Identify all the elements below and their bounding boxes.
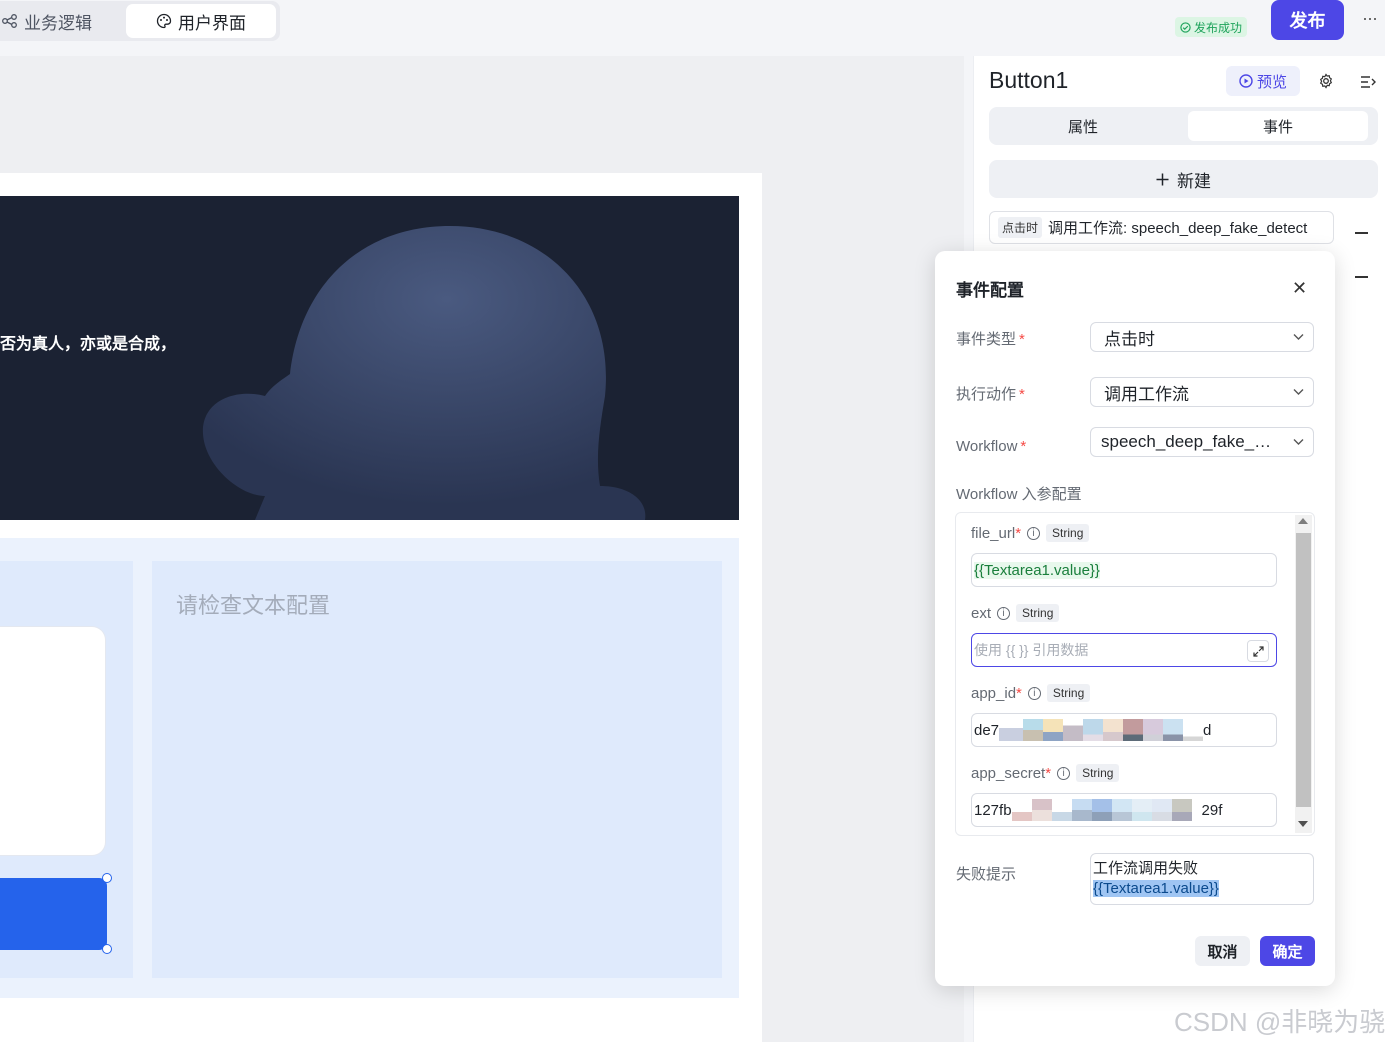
play-circle-icon: [1239, 74, 1253, 88]
event-description: 调用工作流: speech_deep_fake_detect: [1048, 220, 1308, 237]
publish-status-badge: 发布成功: [1175, 17, 1248, 37]
gear-icon[interactable]: [1318, 73, 1334, 89]
input-card[interactable]: [0, 626, 106, 856]
tab-properties[interactable]: 属性: [993, 111, 1173, 141]
scroll-up-arrow-icon[interactable]: [1298, 518, 1308, 524]
hero-text: 否为真人，亦或是合成，: [0, 336, 177, 353]
fail-message-input[interactable]: 工作流调用失败 {{Textarea1.value}}: [1090, 853, 1314, 905]
type-tag: String: [1016, 604, 1060, 622]
workflow-select[interactable]: speech_deep_fake_…: [1090, 427, 1314, 457]
file-url-value: {{Textarea1.value}}: [974, 561, 1100, 579]
workflow-label: Workflow *: [956, 438, 1027, 455]
type-tag: String: [1076, 764, 1120, 782]
tab-label: 业务逻辑: [24, 13, 92, 33]
cancel-button[interactable]: 取消: [1195, 936, 1250, 966]
plus-icon: [1156, 173, 1169, 185]
panel-tabs: 属性 事件: [989, 107, 1378, 145]
workflow-params-label: Workflow 入参配置: [956, 486, 1082, 503]
info-icon[interactable]: i: [1027, 526, 1041, 540]
info-icon[interactable]: i: [1057, 766, 1071, 780]
param-label-app-secret: app_secret* i String: [971, 764, 1120, 782]
status-text: 发布成功: [1194, 20, 1243, 35]
event-type-label: 事件类型 *: [956, 331, 1025, 348]
tab-user-interface[interactable]: 用户界面: [126, 4, 276, 38]
action-label: 执行动作 *: [956, 386, 1025, 403]
remove-event-icon[interactable]: [1355, 232, 1368, 234]
chevron-down-icon: [1293, 439, 1304, 445]
info-icon[interactable]: i: [997, 606, 1011, 620]
check-circle-icon: [1180, 21, 1191, 33]
tab-business-logic[interactable]: 业务逻辑: [2, 4, 112, 38]
event-type-select[interactable]: 点击时: [1090, 322, 1314, 352]
app-secret-input[interactable]: 127fb 29f: [971, 793, 1277, 827]
event-type-value: 点击时: [1104, 329, 1155, 349]
redacted-block: [1011, 799, 1192, 821]
app-id-input[interactable]: de7 d: [971, 713, 1277, 747]
event-item[interactable]: 点击时 调用工作流: speech_deep_fake_detect: [989, 211, 1334, 244]
param-label-app-id: app_id* i String: [971, 684, 1091, 702]
top-bar: 业务逻辑 用户界面 发布成功 发布 ···: [0, 0, 1385, 54]
right-column[interactable]: [152, 561, 722, 978]
redacted-block: [999, 719, 1204, 741]
chevron-down-icon: [1293, 389, 1304, 395]
action-select[interactable]: 调用工作流: [1090, 377, 1314, 407]
fail-message-label: 失败提示: [956, 866, 1017, 883]
fail-message-ref: {{Textarea1.value}}: [1093, 880, 1219, 897]
confirm-button[interactable]: 确定: [1260, 936, 1315, 966]
palette-icon: [156, 13, 172, 29]
tab-label: 用户界面: [178, 13, 246, 33]
mascot-illustration: [202, 226, 646, 520]
resize-handle-bottom-right[interactable]: [102, 944, 112, 954]
app-id-prefix: de7: [974, 721, 1000, 739]
workflow-value: speech_deep_fake_…: [1101, 432, 1272, 451]
component-title: Button1: [989, 67, 1069, 93]
event-trigger-tag: 点击时: [998, 217, 1043, 238]
mode-tabs: 业务逻辑 用户界面: [0, 1, 280, 41]
resize-handle-top-right[interactable]: [102, 873, 112, 883]
workflow-icon: [2, 14, 17, 28]
add-event-label: 新建: [1177, 171, 1211, 191]
chevron-down-icon: [1293, 334, 1304, 340]
tab-events[interactable]: 事件: [1188, 111, 1368, 141]
param-label-file-url: file_url* i String: [971, 524, 1090, 542]
param-label-ext: ext i String: [971, 604, 1060, 622]
text-placeholder: 请检查文本配置: [176, 593, 331, 618]
ext-placeholder: 使用 {{ }} 引用数据: [974, 642, 1089, 658]
publish-button[interactable]: 发布: [1271, 0, 1344, 40]
remove-event-icon[interactable]: [1355, 276, 1368, 278]
type-tag: String: [1046, 684, 1091, 702]
type-tag: String: [1046, 524, 1090, 542]
app-secret-suffix: 29f: [1201, 801, 1223, 819]
more-icon[interactable]: ···: [1362, 8, 1378, 29]
app-id-suffix: d: [1203, 721, 1212, 739]
close-icon[interactable]: ✕: [1292, 278, 1307, 299]
info-icon[interactable]: i: [1027, 686, 1041, 700]
scrollbar-thumb[interactable]: [1296, 533, 1311, 807]
expand-icon[interactable]: [1247, 640, 1269, 662]
app-secret-prefix: 127fb: [974, 801, 1012, 819]
fail-message-text: 工作流调用失败: [1093, 860, 1199, 877]
ext-input[interactable]: 使用 {{ }} 引用数据: [971, 633, 1277, 667]
watermark: CSDN @非晓为骁: [1174, 1007, 1385, 1037]
selected-button-component[interactable]: [0, 878, 107, 950]
collapse-panel-icon[interactable]: [1360, 74, 1376, 90]
hero-banner[interactable]: 否为真人，亦或是合成，: [0, 196, 739, 520]
scroll-down-arrow-icon[interactable]: [1298, 821, 1308, 827]
file-url-input[interactable]: {{Textarea1.value}}: [971, 553, 1277, 587]
preview-label: 预览: [1256, 73, 1287, 91]
add-event-button[interactable]: 新建: [989, 160, 1378, 198]
preview-button[interactable]: 预览: [1226, 66, 1300, 96]
modal-title: 事件配置: [956, 281, 1024, 300]
action-value: 调用工作流: [1104, 384, 1189, 404]
